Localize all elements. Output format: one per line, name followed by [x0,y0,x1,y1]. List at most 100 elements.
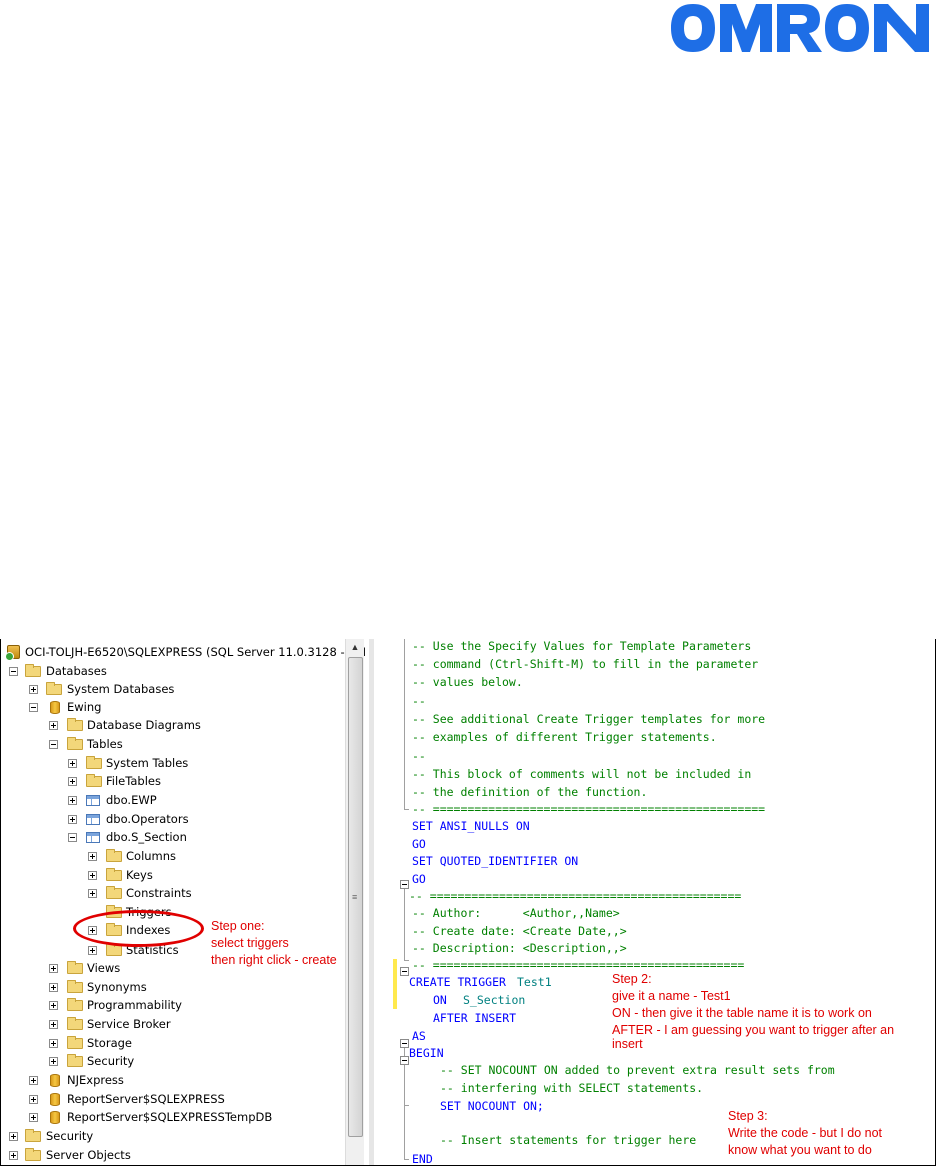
tree-node-label: Storage [87,1036,132,1050]
code-line: -- examples of different Trigger stateme… [412,730,717,744]
tree-node[interactable]: ReportServer$SQLEXPRESSTempDB [1,1108,345,1126]
folder-icon [86,774,102,787]
collapse-icon[interactable] [400,967,409,976]
tree-node-label: dbo.S_Section [106,830,187,844]
expand-icon[interactable] [9,1132,18,1141]
server-icon [5,645,20,661]
tree-node[interactable]: dbo.S_Section [1,828,345,846]
fold-guide-end [404,809,409,810]
tree-node[interactable]: System Databases [1,680,345,698]
expand-icon[interactable] [49,721,58,730]
expand-icon[interactable] [88,946,97,955]
tree-node[interactable]: Constraints [1,884,345,902]
code-line: -- This block of comments will not be in… [412,767,752,781]
tree-node-label: ReportServer$SQLEXPRESSTempDB [67,1110,273,1124]
object-explorer-scrollbar[interactable]: ▲ ≡ [345,639,364,1165]
expand-icon[interactable] [49,1039,58,1048]
expand-icon[interactable] [49,1020,58,1029]
note-line: give it a name - Test1 [612,989,731,1003]
folder-icon [86,756,102,769]
tree-node[interactable]: Columns [1,847,345,865]
folder-icon [67,1017,83,1030]
folder-icon [106,849,122,862]
fold-guide [404,889,405,960]
tree-node[interactable]: Server Objects [1,1146,345,1164]
database-icon [50,1074,60,1087]
collapse-icon[interactable] [9,667,18,676]
code-line: SET ANSI_NULLS ON [412,819,530,833]
code-line: -- Create date: <Create Date,,> [412,924,627,938]
folder-icon [106,868,122,881]
folder-icon [67,737,83,750]
expand-icon[interactable] [29,1113,38,1122]
tree-node[interactable]: ReportServer$SQLEXPRESS [1,1090,345,1108]
code-line: -- Description: <Description,,> [412,941,627,955]
folder-icon [67,1054,83,1067]
expand-icon[interactable] [68,815,77,824]
code-line: -- Author: <Author,,Name> [412,906,620,920]
expand-icon[interactable] [49,1057,58,1066]
database-icon [50,1093,60,1106]
note-line: know what you want to do [728,1143,872,1157]
tree-node[interactable]: Security [1,1127,345,1145]
expand-icon[interactable] [88,852,97,861]
code-line: -- Insert statements for trigger here [440,1133,697,1147]
tree-node[interactable]: Ewing [1,698,345,716]
tree-node[interactable]: FileTables [1,772,345,790]
expand-icon[interactable] [9,1151,18,1160]
tree-node-label: Service Broker [87,1017,171,1031]
tree-node[interactable]: Security [1,1052,345,1070]
tree-node[interactable]: Synonyms [1,978,345,996]
expand-icon[interactable] [68,796,77,805]
code-line: SET NOCOUNT ON; [440,1099,544,1113]
code-line: GO [412,872,426,886]
collapse-icon[interactable] [400,1056,409,1065]
tree-node-label: System Databases [67,682,175,696]
object-explorer: OCI-TOLJH-E6520\SQLEXPRESS (SQL Server 1… [1,639,365,1165]
scroll-thumb[interactable]: ≡ [348,657,363,1137]
tree-node[interactable]: Keys [1,866,345,884]
collapse-icon[interactable] [29,703,38,712]
tree-node[interactable]: NJExpress [1,1071,345,1089]
expand-icon[interactable] [49,964,58,973]
expand-icon[interactable] [88,871,97,880]
pane-splitter[interactable] [369,639,374,1165]
collapse-icon[interactable] [68,833,77,842]
fold-guide-end [404,1159,409,1160]
collapse-icon[interactable] [400,880,409,889]
expand-icon[interactable] [29,1076,38,1085]
code-line: GO [412,837,426,851]
code-line: -- [412,694,426,708]
folder-icon [67,1036,83,1049]
tree-node[interactable]: System Tables [1,754,345,772]
tree-node[interactable]: Tables [1,735,345,753]
collapse-icon[interactable] [49,740,58,749]
tree-node[interactable]: OCI-TOLJH-E6520\SQLEXPRESS (SQL Server 1… [1,643,365,661]
expand-icon[interactable] [88,889,97,898]
fold-guide [404,639,405,809]
expand-icon[interactable] [29,685,38,694]
expand-icon[interactable] [49,1001,58,1010]
tree-node-label: dbo.Operators [106,812,189,826]
tree-node[interactable]: dbo.EWP [1,791,345,809]
code-line: -- command (Ctrl-Shift-M) to fill in the… [412,657,759,671]
tree-node[interactable]: Database Diagrams [1,716,345,734]
expand-icon[interactable] [29,1095,38,1104]
scroll-up-icon[interactable]: ▲ [346,639,364,656]
query-editor[interactable]: -- Use the Specify Values for Template P… [376,639,935,1165]
collapse-icon[interactable] [400,1039,409,1048]
tree-node-label: FileTables [106,774,161,788]
database-icon [50,1111,60,1124]
tree-node[interactable]: Programmability [1,996,345,1014]
tree-node[interactable]: Service Broker [1,1015,345,1033]
expand-icon[interactable] [49,983,58,992]
tree-node[interactable]: dbo.Operators [1,810,345,828]
code-line: -- See additional Create Trigger templat… [412,712,766,726]
note-line: select triggers [211,936,289,950]
expand-icon[interactable] [68,759,77,768]
expand-icon[interactable] [68,777,77,786]
tree-node[interactable]: Databases [1,662,345,680]
changed-lines-marker [393,959,397,1009]
code-line: -- =====================================… [412,802,766,816]
tree-node[interactable]: Storage [1,1034,345,1052]
